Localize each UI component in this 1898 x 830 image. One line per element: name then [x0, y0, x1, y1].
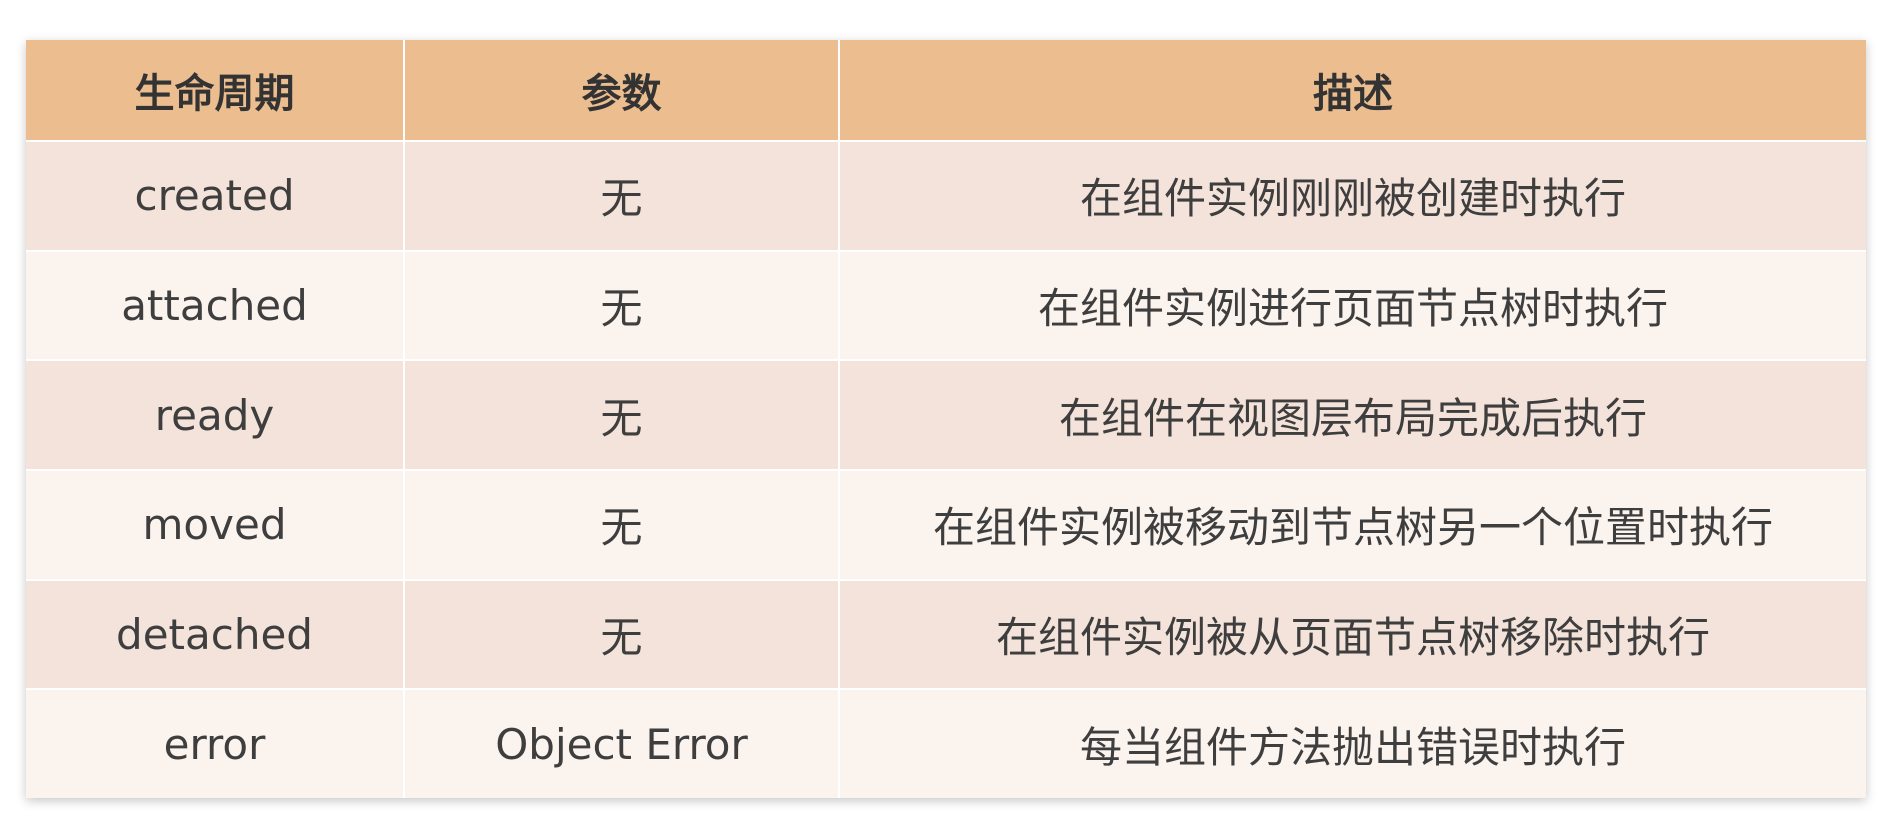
table-row: moved 无 在组件实例被移动到节点树另一个位置时执行 [26, 469, 1866, 581]
cell-lifecycle: moved [26, 469, 405, 581]
cell-params: 无 [404, 250, 840, 362]
table-row: attached 无 在组件实例进行页面节点树时执行 [26, 250, 1866, 362]
header-lifecycle: 生命周期 [26, 40, 405, 142]
cell-lifecycle: ready [26, 360, 405, 471]
cell-description: 在组件实例进行页面节点树时执行 [839, 250, 1866, 362]
lifecycle-table: 生命周期 参数 描述 created 无 在组件实例刚刚被创建时执行 attac… [26, 40, 1866, 798]
table-row: detached 无 在组件实例被从页面节点树移除时执行 [26, 579, 1866, 691]
table-row: error Object Error 每当组件方法抛出错误时执行 [26, 689, 1866, 798]
table-header-row: 生命周期 参数 描述 [26, 40, 1866, 142]
cell-params: 无 [404, 579, 840, 691]
cell-description: 在组件实例被从页面节点树移除时执行 [839, 579, 1866, 691]
cell-description: 在组件在视图层布局完成后执行 [839, 360, 1866, 471]
table-row: ready 无 在组件在视图层布局完成后执行 [26, 360, 1866, 471]
table-row: created 无 在组件实例刚刚被创建时执行 [26, 141, 1866, 252]
cell-lifecycle: error [26, 689, 405, 798]
cell-lifecycle: created [26, 141, 405, 252]
cell-params: 无 [404, 469, 840, 581]
cell-params: Object Error [404, 689, 840, 798]
cell-lifecycle: attached [26, 250, 405, 362]
cell-description: 在组件实例被移动到节点树另一个位置时执行 [839, 469, 1866, 581]
header-params: 参数 [404, 40, 840, 142]
lifecycle-table-container: 生命周期 参数 描述 created 无 在组件实例刚刚被创建时执行 attac… [26, 40, 1866, 798]
cell-params: 无 [404, 360, 840, 471]
cell-description: 在组件实例刚刚被创建时执行 [839, 141, 1866, 252]
cell-params: 无 [404, 141, 840, 252]
header-description: 描述 [839, 40, 1866, 142]
cell-lifecycle: detached [26, 579, 405, 691]
cell-description: 每当组件方法抛出错误时执行 [839, 689, 1866, 798]
